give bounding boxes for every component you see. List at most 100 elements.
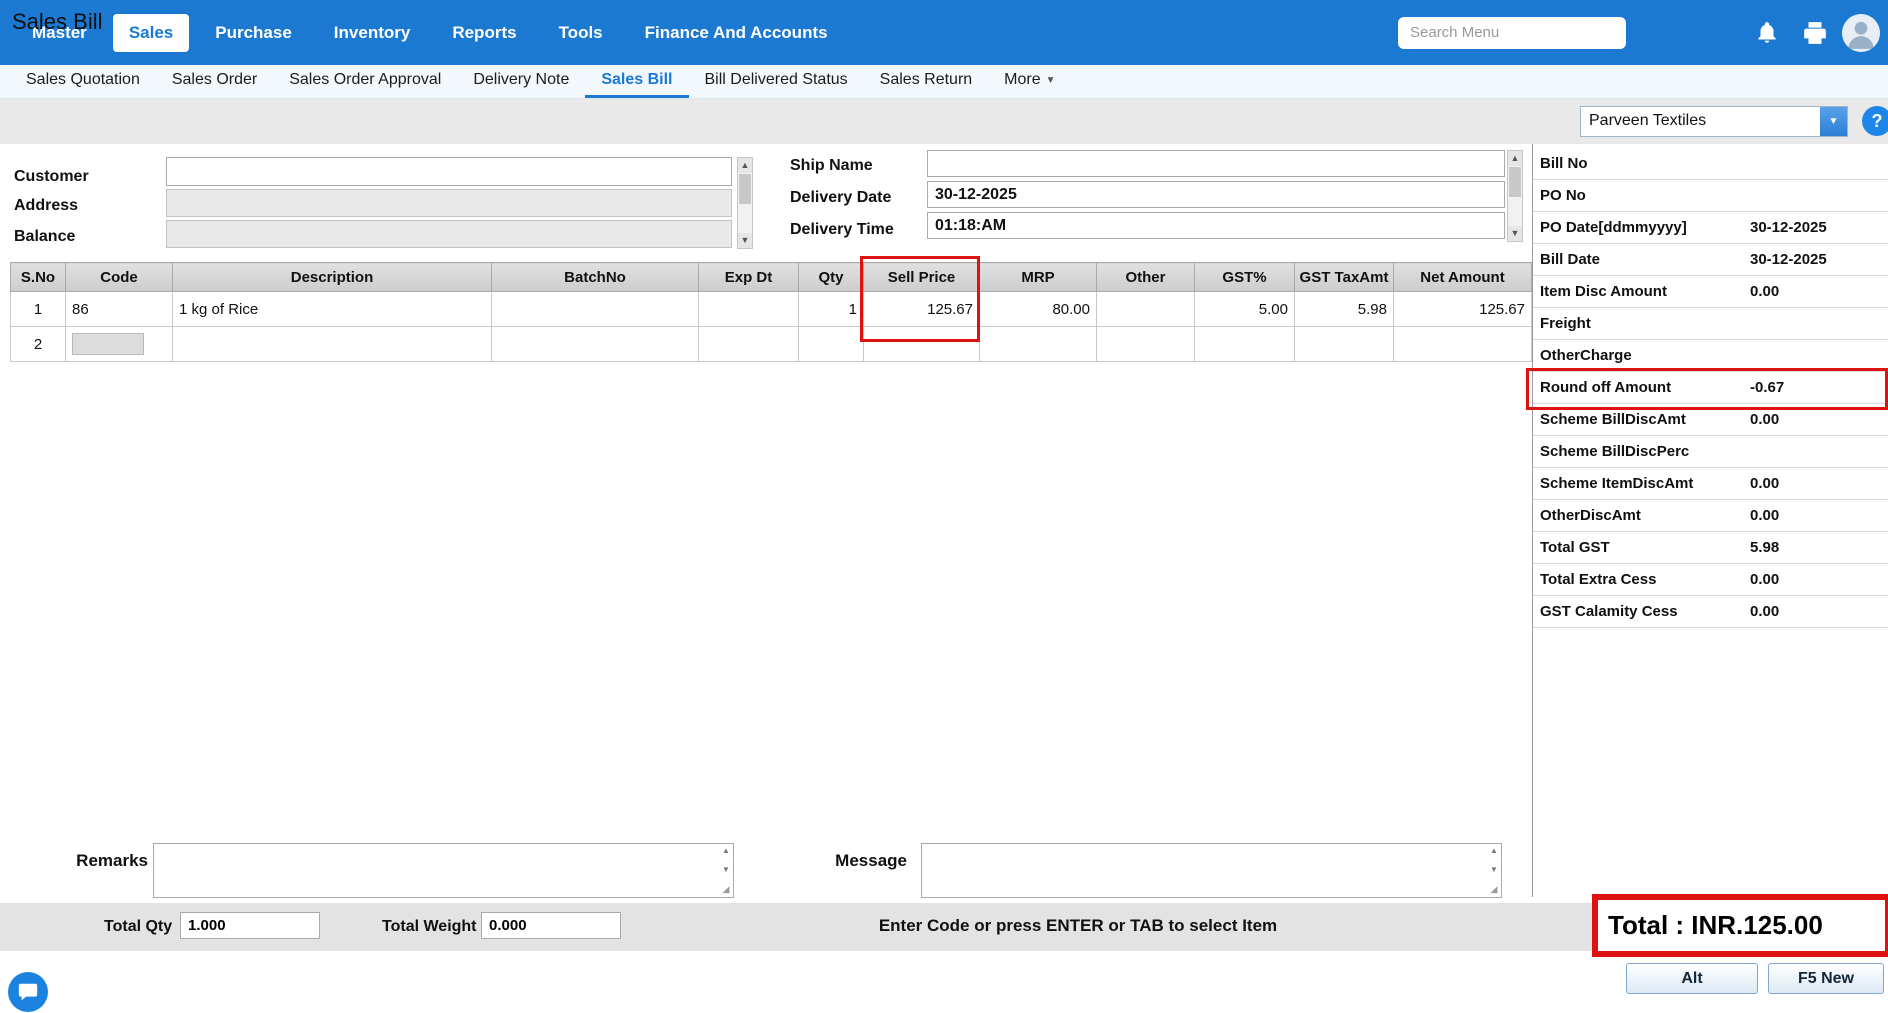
table-row-2[interactable]: 2 (10, 326, 1532, 362)
summary-row-bill-no[interactable]: Bill No (1533, 148, 1888, 180)
nav-item-purchase[interactable]: Purchase (199, 14, 308, 52)
cell-description[interactable] (172, 326, 492, 362)
summary-label: PO No (1540, 187, 1586, 204)
sub-nav: Sales Quotation Sales Order Sales Order … (0, 65, 1888, 99)
col-code: Code (65, 262, 173, 292)
summary-row-freight[interactable]: Freight (1533, 308, 1888, 340)
summary-value[interactable]: 30-12-2025 (1750, 251, 1827, 268)
scroll-up-icon[interactable]: ▲ (1508, 151, 1522, 166)
customer-label: Customer (14, 168, 89, 185)
cell-other[interactable] (1096, 326, 1195, 362)
resize-handle-icon[interactable]: ◢ (723, 884, 730, 895)
nav-item-tools[interactable]: Tools (543, 14, 619, 52)
cell-gst-percent[interactable] (1194, 326, 1295, 362)
summary-value[interactable]: 0.00 (1750, 507, 1779, 524)
scroll-down-icon[interactable]: ▼ (738, 233, 752, 248)
search-menu-input[interactable] (1398, 16, 1626, 49)
nav-item-reports[interactable]: Reports (436, 14, 532, 52)
cell-batchno[interactable] (491, 291, 699, 327)
cell-qty[interactable]: 1 (798, 291, 864, 327)
cell-sell-price[interactable] (863, 326, 980, 362)
scroll-thumb[interactable] (1509, 167, 1521, 197)
summary-row-bill-date[interactable]: Bill Date 30-12-2025 (1533, 244, 1888, 276)
top-nav-right (1398, 0, 1888, 65)
delivery-date-input[interactable] (927, 181, 1505, 208)
summary-value[interactable]: 0.00 (1750, 283, 1779, 300)
resize-handle-icon[interactable]: ◢ (1491, 884, 1498, 895)
company-selector[interactable]: Parveen Textiles ▼ (1580, 106, 1848, 137)
subnav-sales-return[interactable]: Sales Return (864, 65, 989, 98)
nav-item-inventory[interactable]: Inventory (318, 14, 427, 52)
cell-gst-percent[interactable]: 5.00 (1194, 291, 1295, 327)
dropdown-arrow-icon[interactable]: ▼ (1820, 107, 1847, 136)
user-avatar[interactable] (1842, 13, 1880, 52)
cell-qty[interactable] (798, 326, 864, 362)
summary-row-po-date[interactable]: PO Date[ddmmyyyy] 30-12-2025 (1533, 212, 1888, 244)
summary-row-item-disc-amount[interactable]: Item Disc Amount 0.00 (1533, 276, 1888, 308)
grand-total-text: Total : INR.125.00 (1608, 910, 1823, 940)
subnav-delivery-note[interactable]: Delivery Note (457, 65, 585, 98)
items-table: S.No Code Description BatchNo Exp Dt Qty… (10, 262, 1532, 362)
cell-mrp[interactable] (979, 326, 1097, 362)
ship-name-input[interactable] (927, 150, 1505, 177)
summary-row-po-no[interactable]: PO No (1533, 180, 1888, 212)
nav-item-finance-and-accounts[interactable]: Finance And Accounts (629, 14, 844, 52)
scroll-down-icon[interactable]: ▼ (1508, 226, 1522, 241)
summary-value[interactable]: 0.00 (1750, 411, 1779, 428)
subnav-bill-delivered-status[interactable]: Bill Delivered Status (689, 65, 864, 98)
customer-scrollbar[interactable]: ▲ ▼ (737, 157, 753, 249)
f5-new-button[interactable]: F5 New (1768, 963, 1884, 994)
summary-row-scheme-billdiscamt[interactable]: Scheme BillDiscAmt 0.00 (1533, 404, 1888, 436)
cell-code[interactable] (65, 326, 173, 362)
col-other: Other (1096, 262, 1195, 292)
cell-net-amount[interactable] (1393, 326, 1532, 362)
summary-row-scheme-itemdiscamt[interactable]: Scheme ItemDiscAmt 0.00 (1533, 468, 1888, 500)
code-entry-box[interactable] (72, 333, 144, 355)
cell-gst-taxamt[interactable] (1294, 326, 1394, 362)
total-qty-input[interactable] (180, 912, 320, 939)
scroll-thumb[interactable] (739, 174, 751, 204)
total-weight-input[interactable] (481, 912, 621, 939)
summary-label: OtherDiscAmt (1540, 507, 1641, 524)
summary-value[interactable]: 0.00 (1750, 475, 1779, 492)
col-mrp: MRP (979, 262, 1097, 292)
scroll-up-icon[interactable]: ▲ (1490, 846, 1498, 855)
customer-input[interactable] (166, 157, 732, 186)
cell-code[interactable]: 86 (65, 291, 173, 327)
cell-mrp[interactable]: 80.00 (979, 291, 1097, 327)
cell-expdt[interactable] (698, 326, 799, 362)
remarks-textarea[interactable] (154, 844, 719, 897)
cell-sell-price[interactable]: 125.67 (863, 291, 980, 327)
cell-net-amount[interactable]: 125.67 (1393, 291, 1532, 327)
subnav-more[interactable]: More ▼ (988, 65, 1071, 98)
items-table-header-row: S.No Code Description BatchNo Exp Dt Qty… (10, 262, 1532, 292)
message-textarea[interactable] (922, 844, 1487, 897)
subnav-sales-order-approval[interactable]: Sales Order Approval (273, 65, 457, 98)
alt-button[interactable]: Alt (1626, 963, 1758, 994)
summary-row-othercharge[interactable]: OtherCharge (1533, 340, 1888, 372)
chat-widget-button[interactable] (8, 972, 48, 1012)
nav-item-sales[interactable]: Sales (112, 13, 190, 52)
scroll-up-icon[interactable]: ▲ (722, 846, 730, 855)
help-button[interactable]: ? (1862, 106, 1888, 136)
delivery-time-input[interactable] (927, 212, 1505, 239)
subnav-more-label: More (1004, 71, 1041, 88)
subnav-sales-order[interactable]: Sales Order (156, 65, 273, 98)
subnav-sales-bill[interactable]: Sales Bill (585, 65, 689, 98)
cell-other[interactable] (1096, 291, 1195, 327)
cell-batchno[interactable] (491, 326, 699, 362)
scroll-down-icon[interactable]: ▼ (1490, 865, 1498, 874)
ship-scrollbar[interactable]: ▲ ▼ (1507, 150, 1523, 242)
notification-bell-icon[interactable] (1754, 20, 1780, 46)
summary-row-otherdiscamt[interactable]: OtherDiscAmt 0.00 (1533, 500, 1888, 532)
cell-gst-taxamt[interactable]: 5.98 (1294, 291, 1394, 327)
scroll-up-icon[interactable]: ▲ (738, 158, 752, 173)
cell-expdt[interactable] (698, 291, 799, 327)
scroll-down-icon[interactable]: ▼ (722, 865, 730, 874)
printer-icon[interactable] (1802, 20, 1828, 46)
table-row-1[interactable]: 1 86 1 kg of Rice 1 125.67 80.00 5.00 5.… (10, 291, 1532, 327)
summary-row-scheme-billdiscperc[interactable]: Scheme BillDiscPerc (1533, 436, 1888, 468)
subnav-sales-quotation[interactable]: Sales Quotation (10, 65, 156, 98)
cell-description[interactable]: 1 kg of Rice (172, 291, 492, 327)
summary-value[interactable]: 30-12-2025 (1750, 219, 1827, 236)
